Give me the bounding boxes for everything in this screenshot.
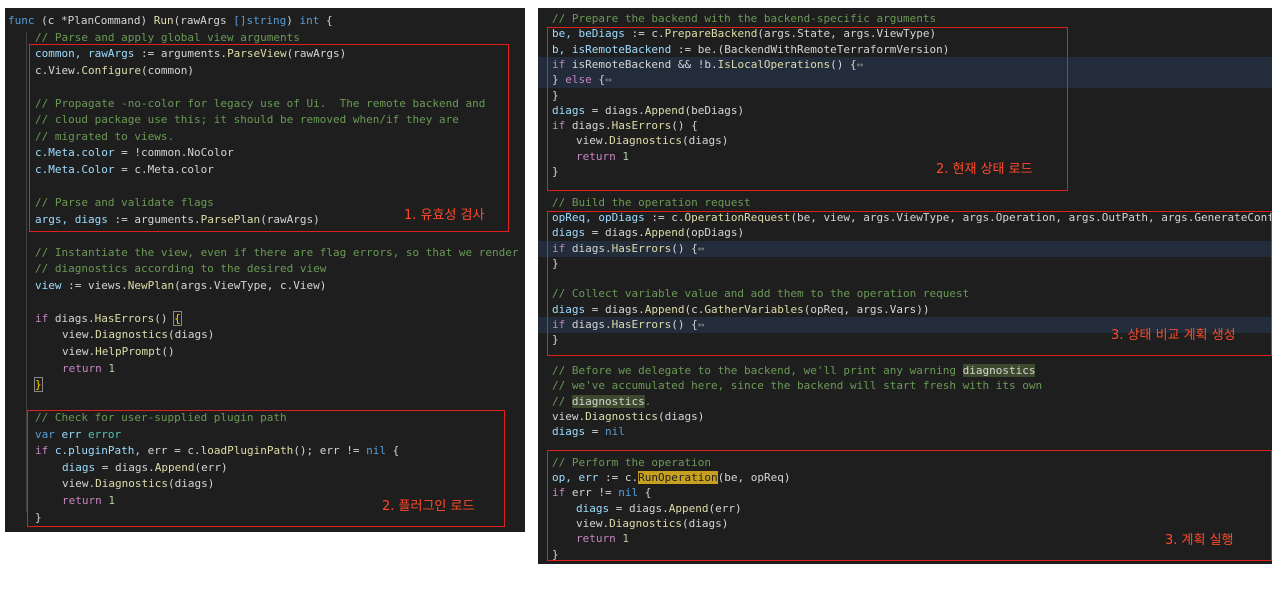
code-token: () bbox=[154, 311, 175, 325]
left-code-panel: func (c *PlanCommand) Run(rawArgs []stri… bbox=[5, 8, 525, 532]
code-token: // Instantiate the view, even if there a… bbox=[35, 245, 519, 259]
code-line: view.Diagnostics(diags) bbox=[538, 409, 1272, 425]
code-token: // bbox=[552, 394, 572, 408]
validation-label: 1. 유효성 검사 bbox=[404, 208, 485, 223]
code-token: // Prepare the backend with the backend-… bbox=[552, 12, 937, 25]
code-token: { bbox=[319, 14, 333, 27]
code-line: func (c *PlanCommand) Run(rawArgs []stri… bbox=[5, 13, 525, 29]
code-token: = bbox=[585, 425, 605, 439]
code-token: // diagnostics according to the desired … bbox=[35, 262, 327, 276]
code-token: Diagnostics bbox=[585, 409, 658, 423]
code-token: HelpPrompt bbox=[95, 345, 162, 358]
code-token: Run bbox=[153, 14, 174, 27]
code-token: (diags) bbox=[657, 409, 705, 423]
code-token: []string bbox=[233, 14, 287, 27]
plan-execute-box bbox=[547, 450, 1272, 561]
code-line: // Build the operation request bbox=[538, 195, 1272, 211]
code-line: return 1 bbox=[5, 361, 525, 377]
code-token: (diags) bbox=[167, 328, 215, 342]
code-token: Diagnostics bbox=[95, 328, 168, 342]
code-token: 1 bbox=[108, 361, 115, 375]
code-token: // Before we delegate to the backend, we… bbox=[552, 363, 963, 377]
state-load-label: 2. 현재 상태 로드 bbox=[936, 162, 1033, 177]
code-token: diagnostics bbox=[962, 363, 1036, 377]
code-token: return bbox=[62, 361, 102, 375]
right-code-panel: // Prepare the backend with the backend-… bbox=[538, 8, 1272, 564]
code-token: int bbox=[299, 14, 320, 27]
code-token: diags. bbox=[48, 311, 95, 325]
code-token: if bbox=[35, 311, 49, 325]
code-line: view.HelpPrompt() bbox=[5, 344, 525, 360]
code-line: // Prepare the backend with the backend-… bbox=[538, 11, 1272, 27]
code-token: } bbox=[34, 377, 43, 393]
code-token: HasErrors bbox=[94, 311, 155, 325]
code-token: () bbox=[161, 345, 175, 358]
code-token: view bbox=[35, 278, 62, 292]
code-token: NewPlan bbox=[127, 278, 175, 292]
code-token: (args.ViewType, c.View) bbox=[174, 278, 327, 292]
code-token: *PlanCommand bbox=[61, 14, 141, 27]
code-token: ) bbox=[286, 14, 300, 27]
code-token: view. bbox=[552, 409, 586, 423]
code-token: // we've accumulated here, since the bac… bbox=[552, 379, 1043, 393]
code-line: // diagnostics. bbox=[538, 394, 1272, 410]
code-token: { bbox=[173, 310, 182, 326]
code-token: diags bbox=[552, 425, 586, 439]
code-token: func bbox=[8, 14, 35, 27]
plan-create-label: 3. 상태 비교 계획 생성 bbox=[1111, 328, 1236, 343]
code-token: . bbox=[644, 394, 652, 408]
code-token: view. bbox=[62, 345, 96, 358]
code-line: view := views.NewPlan(args.ViewType, c.V… bbox=[5, 278, 525, 294]
code-line: if diags.HasErrors() { bbox=[5, 310, 525, 327]
code-token: (rawArgs bbox=[173, 14, 234, 27]
code-token: (c bbox=[34, 14, 61, 27]
code-token: diagnostics bbox=[571, 394, 645, 408]
code-token: ) bbox=[140, 14, 154, 27]
plan-execute-label: 3. 계획 실행 bbox=[1165, 533, 1234, 548]
plugin-load-label: 2. 플러그인 로드 bbox=[382, 499, 475, 514]
code-line: // Before we delegate to the backend, we… bbox=[538, 363, 1272, 379]
code-line: // diagnostics according to the desired … bbox=[5, 261, 525, 277]
code-line: } bbox=[5, 377, 525, 393]
code-token: := views. bbox=[61, 278, 128, 292]
code-line: // Instantiate the view, even if there a… bbox=[5, 245, 525, 261]
code-line: diags = nil bbox=[538, 424, 1272, 440]
code-token: view. bbox=[62, 328, 96, 342]
code-token: // Build the operation request bbox=[552, 195, 751, 209]
code-line: // we've accumulated here, since the bac… bbox=[538, 378, 1272, 394]
code-token: // Parse and apply global view arguments bbox=[35, 30, 300, 44]
code-line: view.Diagnostics(diags) bbox=[5, 327, 525, 343]
code-token: nil bbox=[605, 425, 625, 439]
